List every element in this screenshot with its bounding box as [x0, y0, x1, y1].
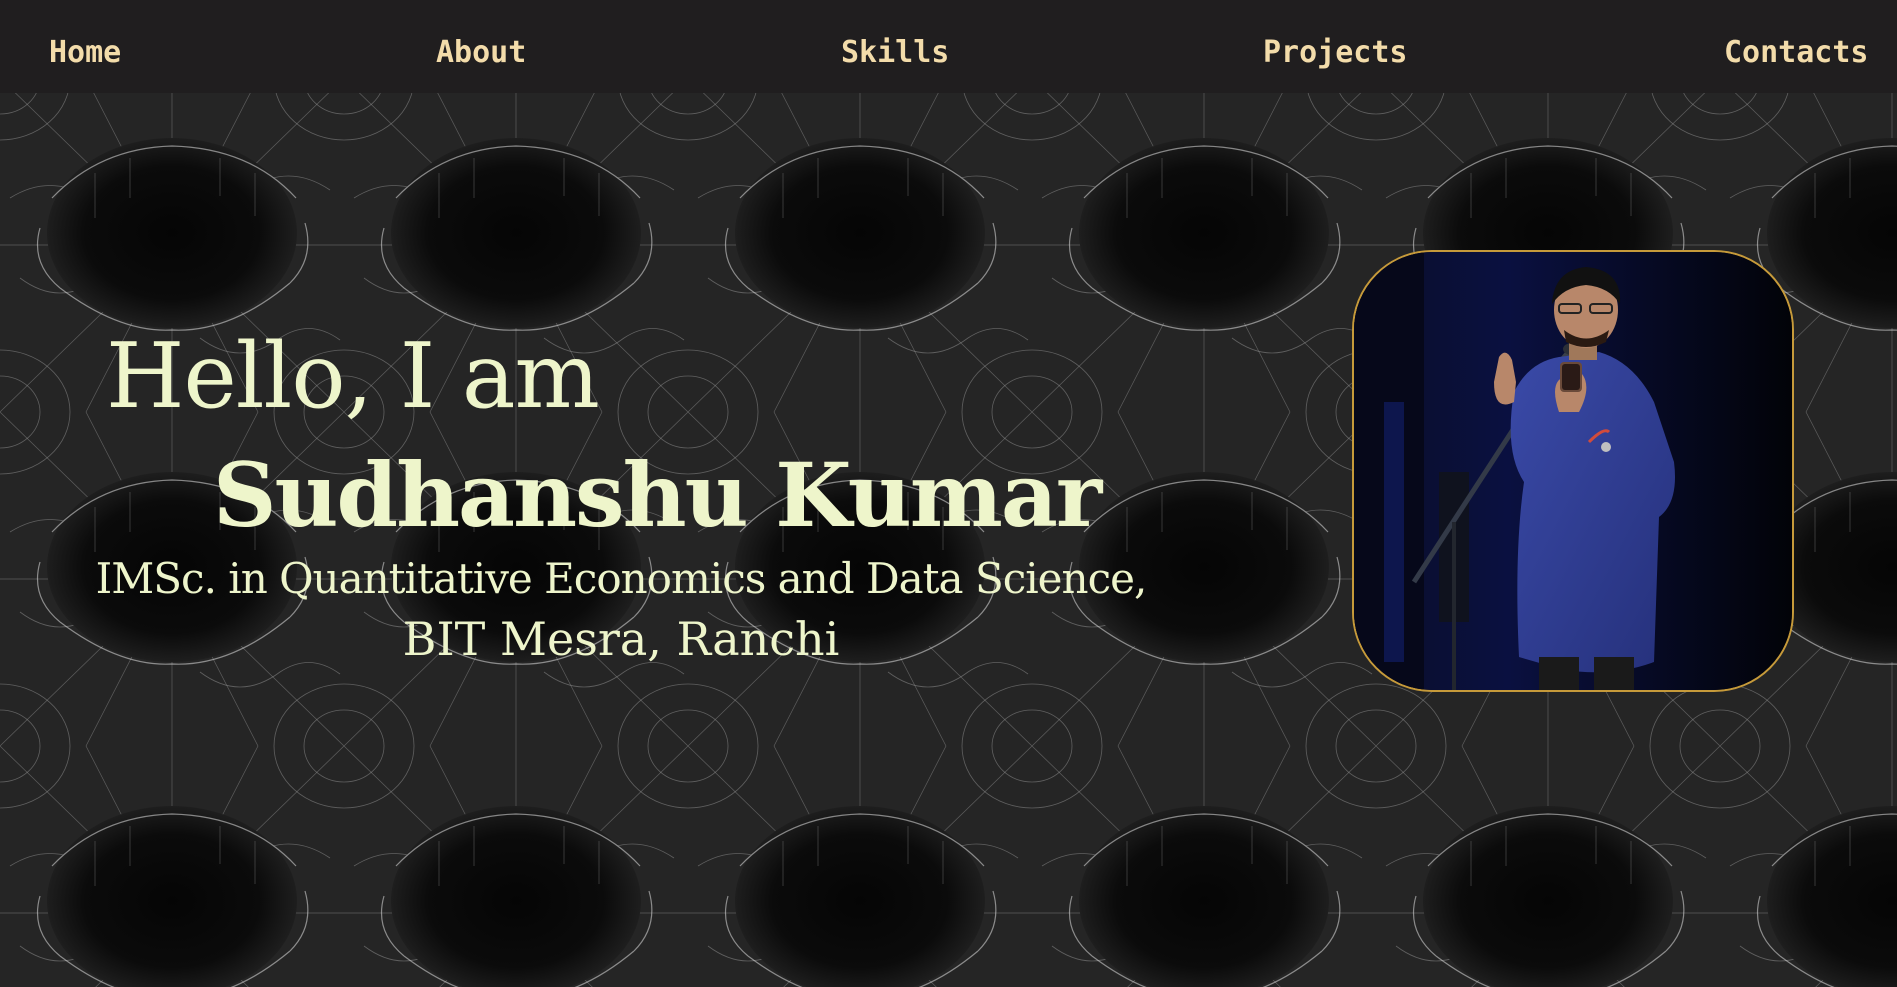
- nav-link-about[interactable]: About: [436, 33, 526, 73]
- nav-link-projects[interactable]: Projects: [1263, 33, 1408, 73]
- nav-link-skills[interactable]: Skills: [841, 33, 949, 73]
- profile-photo: [1352, 250, 1794, 692]
- portfolio-page: Home About Skills Projects Contacts Hell…: [0, 0, 1897, 987]
- nav-link-home[interactable]: Home: [49, 33, 121, 73]
- nav-link-contacts[interactable]: Contacts: [1724, 33, 1869, 73]
- top-navbar: Home About Skills Projects Contacts: [0, 0, 1897, 93]
